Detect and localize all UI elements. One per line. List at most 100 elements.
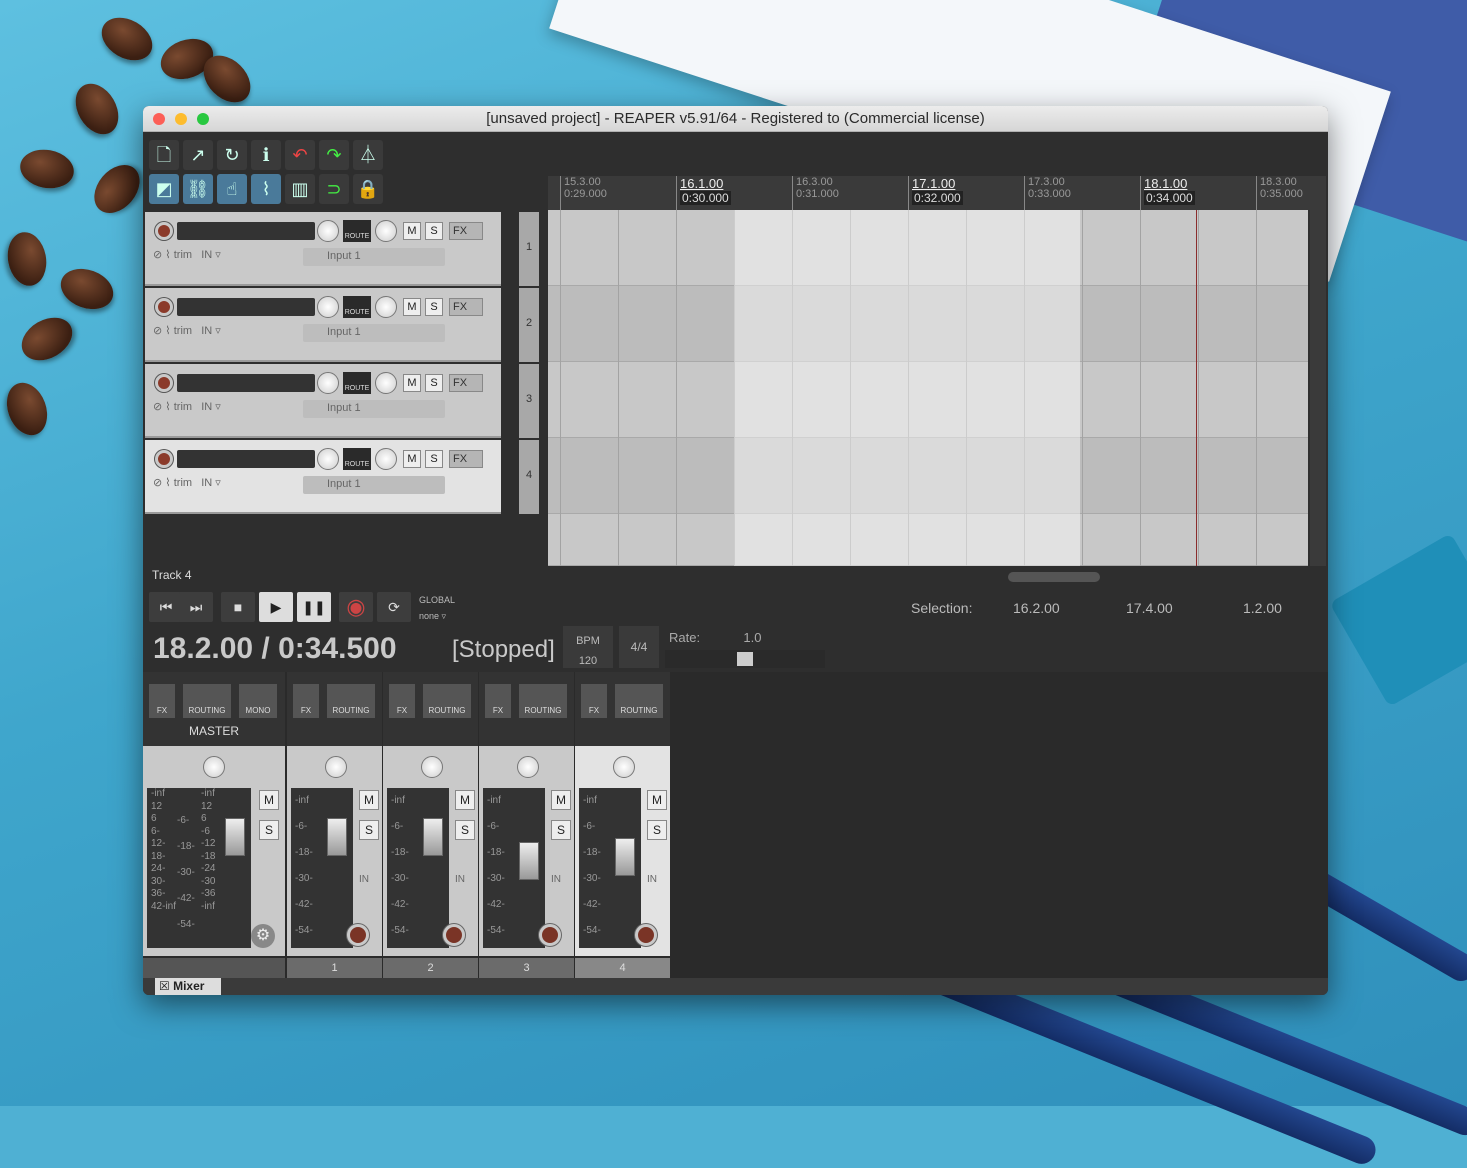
automation-mode[interactable]: GLOBAL none ▿ (419, 592, 455, 624)
ruler-mark[interactable]: 15.3.00 0:29.000 (560, 176, 607, 210)
track-header[interactable]: ROUTE M S FX ⊘ ⌇ trim IN ▿ Input 1 4 (145, 440, 539, 514)
strip-routing-button[interactable]: ROUTING (615, 684, 663, 718)
envelope-icon[interactable]: ⌇ (251, 174, 281, 204)
strip-solo-button[interactable]: S (455, 820, 475, 840)
time-signature[interactable]: 4/4 (619, 626, 659, 668)
go-to-start-button[interactable]: ⏮ (149, 592, 183, 622)
track-name-field[interactable] (177, 374, 315, 392)
mute-button[interactable]: M (403, 450, 421, 468)
track-header[interactable]: ROUTE M S FX ⊘ ⌇ trim IN ▿ Input 1 3 (145, 364, 539, 438)
gear-icon[interactable]: ⚙ (251, 924, 275, 948)
strip-routing-button[interactable]: ROUTING (519, 684, 567, 718)
go-to-end-button[interactable]: ⏭ (179, 592, 213, 622)
pan-knob[interactable] (375, 372, 397, 394)
envelope-icon[interactable]: ⌇ (165, 249, 170, 261)
master-pan-knob[interactable] (203, 756, 225, 778)
input-monitor-button[interactable]: IN (201, 249, 212, 261)
trim-label[interactable]: trim (174, 401, 192, 413)
strip-mute-button[interactable]: M (455, 790, 475, 810)
track-name-field[interactable] (177, 450, 315, 468)
maximize-window-button[interactable] (197, 113, 209, 125)
ruler-mark[interactable]: 18.1.00 0:34.000 (1140, 176, 1195, 210)
route-button[interactable]: ROUTE (343, 296, 371, 318)
lock-icon[interactable]: 🔒 (353, 174, 383, 204)
strip-pan-knob[interactable] (517, 756, 539, 778)
input-select[interactable]: Input 1 (303, 248, 445, 266)
close-window-button[interactable] (153, 113, 165, 125)
track-name-field[interactable] (177, 298, 315, 316)
bpm-display[interactable]: BPM 120 (563, 626, 613, 668)
envelope-icon[interactable]: ⌇ (165, 325, 170, 337)
strip-fx-button[interactable]: FX (293, 684, 319, 718)
fx-button[interactable]: FX (449, 450, 483, 468)
master-solo-button[interactable]: S (259, 820, 279, 840)
input-select[interactable]: Input 1 (303, 324, 445, 342)
mute-button[interactable]: M (403, 298, 421, 316)
ripple-edit-icon[interactable]: ☝ (217, 174, 247, 204)
redo-icon[interactable]: ↷ (319, 140, 349, 170)
trim-label[interactable]: trim (174, 477, 192, 489)
rate-slider[interactable] (665, 650, 825, 668)
vertical-scrollbar[interactable] (1310, 210, 1326, 566)
strip-record-arm-button[interactable] (635, 924, 657, 946)
minimize-window-button[interactable] (175, 113, 187, 125)
strip-record-arm-button[interactable] (443, 924, 465, 946)
track-header[interactable]: ROUTE M S FX ⊘ ⌇ trim IN ▿ Input 1 2 (145, 288, 539, 362)
strip-input-label[interactable]: IN (359, 874, 369, 885)
ruler-mark[interactable]: 16.3.00 0:31.000 (792, 176, 839, 210)
strip-mute-button[interactable]: M (647, 790, 667, 810)
volume-knob[interactable] (317, 448, 339, 470)
strip-record-arm-button[interactable] (347, 924, 369, 946)
master-mono-button[interactable]: MONO (239, 684, 277, 718)
track-name-field[interactable] (177, 222, 315, 240)
trim-label[interactable]: trim (174, 325, 192, 337)
grid-icon[interactable]: ◩ (149, 174, 179, 204)
scroll-thumb[interactable] (1008, 572, 1100, 582)
record-arm-button[interactable] (155, 450, 173, 468)
volume-knob[interactable] (317, 296, 339, 318)
track-header[interactable]: ROUTE M S FX ⊘ ⌇ trim IN ▿ Input 1 1 (145, 212, 539, 286)
play-button[interactable]: ▶ (259, 592, 293, 622)
ruler-mark[interactable]: 17.1.00 0:32.000 (908, 176, 963, 210)
envelope-icon[interactable]: ⌇ (165, 401, 170, 413)
rate-slider-handle[interactable] (737, 652, 753, 666)
timeline-ruler[interactable]: 15.3.00 0:29.000 16.1.00 0:30.000 16.3.00 0:3… (548, 176, 1326, 210)
time-display[interactable]: 18.2.00 / 0:34.500 (153, 632, 397, 666)
loop-icon[interactable]: ⊃ (319, 174, 349, 204)
strip-routing-button[interactable]: ROUTING (423, 684, 471, 718)
envelope-icon[interactable]: ⌇ (165, 477, 170, 489)
input-monitor-button[interactable]: IN (201, 401, 212, 413)
horizontal-scrollbar[interactable] (548, 570, 1326, 584)
route-button[interactable]: ROUTE (343, 220, 371, 242)
strip-solo-button[interactable]: S (647, 820, 667, 840)
snap-grid-icon[interactable]: ▥ (285, 174, 315, 204)
strip-fx-button[interactable]: FX (581, 684, 607, 718)
route-button[interactable]: ROUTE (343, 372, 371, 394)
strip-fader[interactable] (615, 838, 635, 876)
metronome-icon[interactable]: ⏃ (353, 140, 383, 170)
strip-fader[interactable] (327, 818, 347, 856)
ruler-mark[interactable]: 18.3.00 0:35.000 (1256, 176, 1303, 210)
strip-fader[interactable] (423, 818, 443, 856)
fx-button[interactable]: FX (449, 374, 483, 392)
trim-label[interactable]: trim (174, 249, 192, 261)
solo-button[interactable]: S (425, 374, 443, 392)
solo-button[interactable]: S (425, 222, 443, 240)
strip-input-label[interactable]: IN (455, 874, 465, 885)
mixer-tab[interactable]: ☒ Mixer (155, 978, 221, 995)
fx-button[interactable]: FX (449, 222, 483, 240)
strip-routing-button[interactable]: ROUTING (327, 684, 375, 718)
solo-button[interactable]: S (425, 450, 443, 468)
strip-fx-button[interactable]: FX (485, 684, 511, 718)
route-button[interactable]: ROUTE (343, 448, 371, 470)
master-mute-button[interactable]: M (259, 790, 279, 810)
item-grouping-icon[interactable]: ⛓ (183, 174, 213, 204)
master-fader[interactable] (225, 818, 245, 856)
record-arm-button[interactable] (155, 222, 173, 240)
selection-end[interactable]: 17.4.00 (1126, 600, 1173, 616)
record-button[interactable]: ◉ (339, 592, 373, 622)
strip-input-label[interactable]: IN (551, 874, 561, 885)
master-routing-button[interactable]: ROUTING (183, 684, 231, 718)
pause-button[interactable]: ❚❚ (297, 592, 331, 622)
undo-icon[interactable]: ↶ (285, 140, 315, 170)
